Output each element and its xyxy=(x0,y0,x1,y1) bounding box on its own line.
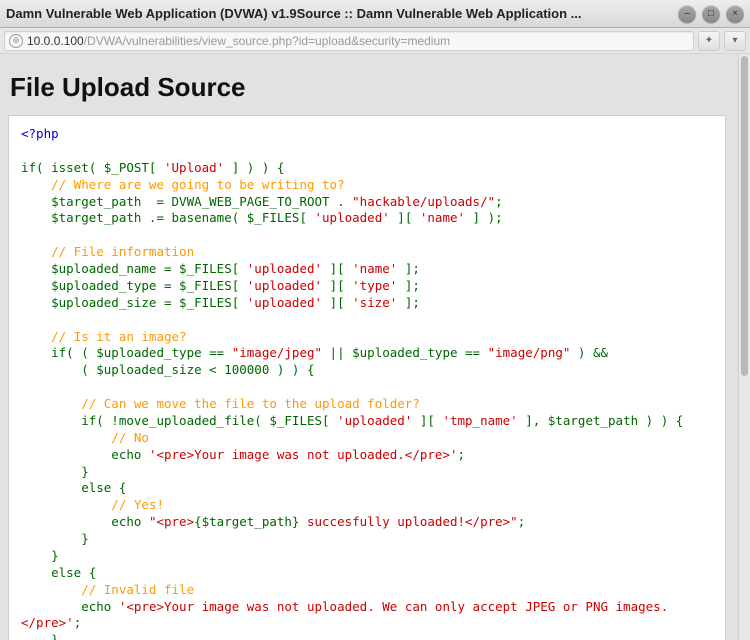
code-token: $uploaded_size = $_FILES[ xyxy=(21,295,247,310)
address-bar-row: ⊕ 10.0.0.100/DVWA/vulnerabilities/view_s… xyxy=(0,28,750,54)
code-token: } xyxy=(21,464,89,479)
code-comment: // Where are we going to be writing to? xyxy=(21,177,345,192)
code-token: else { xyxy=(21,565,96,580)
code-token: "image/jpeg" xyxy=(232,345,322,360)
code-comment: // Can we move the file to the upload fo… xyxy=(21,396,420,411)
code-token: if( !move_uploaded_file( $_FILES[ xyxy=(21,413,337,428)
code-token: ] ); xyxy=(465,210,503,225)
code-token: 'uploaded' xyxy=(247,295,322,310)
code-token: 'size' xyxy=(352,295,397,310)
code-token: else { xyxy=(21,480,126,495)
url-host: 10.0.0.100 xyxy=(27,34,84,48)
globe-icon: ⊕ xyxy=(9,34,23,48)
code-token: 'name' xyxy=(420,210,465,225)
code-token: 'type' xyxy=(352,278,397,293)
code-token: ( $uploaded_size < 100000 ) ) { xyxy=(21,362,315,377)
code-comment: // Is it an image? xyxy=(21,329,187,344)
code-comment: // File information xyxy=(21,244,194,259)
code-token: ] ) ) { xyxy=(224,160,284,175)
code-token: } xyxy=(21,548,59,563)
code-token: ]; xyxy=(397,278,420,293)
code-token: if( ( $uploaded_type == xyxy=(21,345,232,360)
address-bar[interactable]: ⊕ 10.0.0.100/DVWA/vulnerabilities/view_s… xyxy=(4,31,694,51)
window-maximize-button[interactable]: □ xyxy=(702,5,720,23)
code-token: "hackable/uploads/" xyxy=(352,194,495,209)
security-info-button[interactable]: ✦ xyxy=(698,31,720,51)
code-token: succesfully uploaded!</pre>" xyxy=(299,514,517,529)
code-token: 'name' xyxy=(352,261,397,276)
page-title: File Upload Source xyxy=(10,72,726,103)
code-token: {$target_path} xyxy=(194,514,299,529)
code-token: || $uploaded_type == xyxy=(322,345,488,360)
code-token: $uploaded_type = $_FILES[ xyxy=(21,278,247,293)
code-token: $target_path .= basename( $_FILES[ xyxy=(21,210,315,225)
window-close-button[interactable]: × xyxy=(726,5,744,23)
code-token: <?php xyxy=(21,126,59,141)
source-code-block: <?php if( isset( $_POST[ 'Upload' ] ) ) … xyxy=(8,115,726,640)
code-token: ) && xyxy=(570,345,608,360)
window-title: Damn Vulnerable Web Application (DVWA) v… xyxy=(6,6,672,21)
code-token: ][ xyxy=(322,261,352,276)
code-token: ; xyxy=(74,615,82,630)
scrollbar-thumb[interactable] xyxy=(741,56,748,376)
window-titlebar: Damn Vulnerable Web Application (DVWA) v… xyxy=(0,0,750,28)
code-token: 'Upload' xyxy=(164,160,224,175)
code-token: ][ xyxy=(322,278,352,293)
code-token: 'uploaded' xyxy=(337,413,412,428)
code-token: } xyxy=(21,632,59,640)
code-comment: // No xyxy=(21,430,149,445)
code-token: 'tmp_name' xyxy=(442,413,517,428)
code-token: } xyxy=(21,531,89,546)
code-token: ][ xyxy=(412,413,442,428)
window-minimize-button[interactable]: – xyxy=(678,5,696,23)
code-comment: // Invalid file xyxy=(21,582,194,597)
code-token: </pre>' xyxy=(21,615,74,630)
code-token: 'uploaded' xyxy=(315,210,390,225)
code-token: echo xyxy=(21,447,149,462)
code-token: 'uploaded' xyxy=(247,278,322,293)
code-token: 'uploaded' xyxy=(247,261,322,276)
code-token: echo xyxy=(21,514,149,529)
vertical-scrollbar[interactable] xyxy=(738,54,750,640)
code-token: ]; xyxy=(397,295,420,310)
code-token: ][ xyxy=(322,295,352,310)
code-token: '<pre>Your image was not uploaded. We ca… xyxy=(119,599,668,614)
code-token: $target_path = DVWA_WEB_PAGE_TO_ROOT . xyxy=(21,194,352,209)
code-token: ; xyxy=(458,447,466,462)
code-comment: // Yes! xyxy=(21,497,164,512)
code-token: '<pre>Your image was not uploaded.</pre>… xyxy=(149,447,458,462)
code-token: if( isset( $_POST[ xyxy=(21,160,164,175)
code-token: $uploaded_name = $_FILES[ xyxy=(21,261,247,276)
code-token: echo xyxy=(21,599,119,614)
code-token: ; xyxy=(518,514,526,529)
code-token: "<pre> xyxy=(149,514,194,529)
page-viewport: File Upload Source <?php if( isset( $_PO… xyxy=(0,54,738,640)
code-token: ][ xyxy=(390,210,420,225)
code-token: ], $target_path ) ) { xyxy=(518,413,684,428)
code-token: "image/png" xyxy=(488,345,571,360)
code-token: ; xyxy=(495,194,503,209)
dropdown-button[interactable]: ▾ xyxy=(724,31,746,51)
code-token: ]; xyxy=(397,261,420,276)
url-path: /DVWA/vulnerabilities/view_source.php?id… xyxy=(84,34,450,48)
